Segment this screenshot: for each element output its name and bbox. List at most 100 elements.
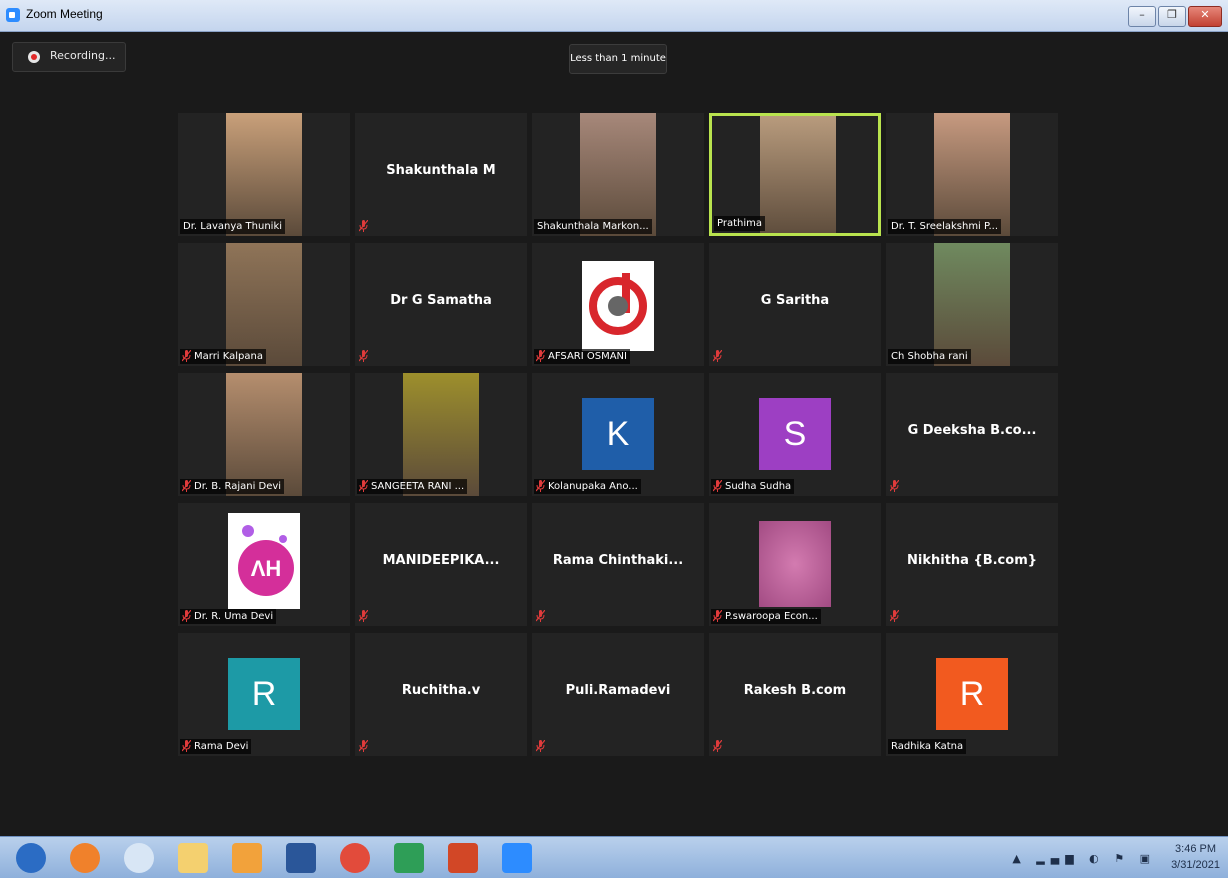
participant-name: AFSARI OSMANI [548,351,627,362]
avatar-letter: K [606,415,630,453]
start-orb-taskbar-icon[interactable] [16,843,46,873]
participant-name-label: Rama Devi [180,739,252,754]
record-icon [28,51,40,63]
participant-video [226,373,302,496]
participant-tile[interactable]: Rakesh B.com [709,633,881,756]
ah-logo-avatar: ΛH [228,513,300,609]
participant-avatar: K [582,398,654,470]
participant-display-name: Rakesh B.com [743,683,847,698]
svg-text:ΛH: ΛH [251,556,282,581]
participant-name-label: SANGEETA RANI ... [357,479,468,494]
muted-mic-icon [890,610,899,622]
participant-video [403,373,479,496]
participant-name-label: Radhika Katna [888,739,967,754]
participant-tile[interactable]: Puli.Ramadevi [532,633,704,756]
participant-name-label: AFSARI OSMANI [534,349,630,364]
zoom-taskbar-icon[interactable] [502,843,532,873]
participant-display-name: MANIDEEPIKA... [382,553,500,568]
muted-mic-icon [182,480,191,492]
participant-name: Prathima [717,218,762,229]
muted-mic-icon [359,480,368,492]
participant-tile[interactable]: MANIDEEPIKA... [355,503,527,626]
participant-video [226,113,302,236]
participant-display-name: Shakunthala M [386,163,496,178]
participant-name-label: Prathima [714,216,765,231]
participant-tile[interactable]: Nikhitha {B.com} [886,503,1058,626]
participant-tile[interactable]: Dr. Lavanya Thuniki [178,113,350,236]
participant-tile[interactable]: Rama Chinthaki... [532,503,704,626]
participant-tile[interactable]: Dr. T. Sreelakshmi P... [886,113,1058,236]
participant-tile[interactable]: Shakunthala Markon... [532,113,704,236]
participant-display-name: Dr G Samatha [390,293,492,308]
recording-label: Recording... [50,49,116,62]
participant-avatar: S [759,398,831,470]
participant-name-label: Kolanupaka Ano... [534,479,641,494]
participant-display-name: G Saritha [760,293,830,308]
muted-mic-icon [713,350,722,362]
participant-name-label: Shakunthala Markon... [534,219,652,234]
participant-tile[interactable]: SANGEETA RANI ... [355,373,527,496]
participant-name-label: Dr. B. Rajani Devi [180,479,285,494]
participant-name: Radhika Katna [891,741,964,752]
participant-tile[interactable]: R Rama Devi [178,633,350,756]
participant-tile[interactable]: K Kolanupaka Ano... [532,373,704,496]
powerpoint-taskbar-icon[interactable] [448,843,478,873]
word-taskbar-icon[interactable] [286,843,316,873]
participant-tile[interactable]: ΛH Dr. R. Uma Devi [178,503,350,626]
participant-avatar: R [936,658,1008,730]
participant-name: Dr. R. Uma Devi [194,611,274,622]
avatar-letter: S [783,415,807,453]
firefox-taskbar-icon[interactable] [70,843,100,873]
participant-tile[interactable]: G Deeksha B.co... [886,373,1058,496]
participant-name-label: Dr. Lavanya Thuniki [180,219,286,234]
participant-name-label: Dr. R. Uma Devi [180,609,277,624]
muted-mic-icon [536,610,545,622]
minimize-icon: – [1139,8,1145,21]
participant-tile[interactable]: AFSARI OSMANI [532,243,704,366]
close-button[interactable]: ✕ [1188,6,1222,27]
participant-name: Dr. T. Sreelakshmi P... [891,221,999,232]
participant-display-name: Rama Chinthaki... [552,553,684,568]
window-title: Zoom Meeting [26,7,103,21]
muted-mic-icon [359,350,368,362]
participant-name: P.swaroopa Econ... [725,611,818,622]
clock-date: 3/31/2021 [1171,859,1220,871]
participant-display-name: G Deeksha B.co... [907,423,1037,438]
muted-mic-icon [182,740,191,752]
avatar-letter: R [251,675,277,713]
participant-video [580,113,656,236]
participant-video [226,243,302,366]
participant-tile[interactable]: R Radhika Katna [886,633,1058,756]
chrome-taskbar-icon[interactable] [340,843,370,873]
muted-mic-icon [713,740,722,752]
participant-tile[interactable]: Marri Kalpana [178,243,350,366]
participant-video [759,521,831,607]
participant-tile[interactable]: Prathima [709,113,881,236]
participant-tile[interactable]: G Saritha [709,243,881,366]
taskbar-clock[interactable]: 3:46 PM 3/31/2021 [1171,841,1220,873]
zoom-app-icon [6,8,20,22]
sheets-taskbar-icon[interactable] [394,843,424,873]
participant-tile[interactable]: Shakunthala M [355,113,527,236]
muted-mic-icon [536,350,545,362]
participant-name-label: P.swaroopa Econ... [711,609,821,624]
participant-display-name: Ruchitha.v [401,683,481,698]
participant-tile[interactable]: Ruchitha.v [355,633,527,756]
participant-tile[interactable]: Ch Shobha rani [886,243,1058,366]
window-title-bar: Zoom Meeting – ❐ ✕ [0,0,1228,32]
participant-name-label: Marri Kalpana [180,349,266,364]
minimize-button[interactable]: – [1128,6,1156,27]
participant-name: Dr. B. Rajani Devi [194,481,282,492]
participant-tile[interactable]: Dr. B. Rajani Devi [178,373,350,496]
file-manager-taskbar-icon[interactable] [178,843,208,873]
participant-name: Dr. Lavanya Thuniki [183,221,283,232]
participant-tile[interactable]: S Sudha Sudha [709,373,881,496]
chrome-canary-taskbar-icon[interactable] [124,843,154,873]
system-tray[interactable]: ▲ ▂▄▆ ◐ ⚑ ▣ [1012,852,1156,865]
recording-indicator[interactable]: Recording... [12,42,126,72]
media-player-taskbar-icon[interactable] [232,843,262,873]
participant-tile[interactable]: P.swaroopa Econ... [709,503,881,626]
participant-name: Sudha Sudha [725,481,792,492]
participant-tile[interactable]: Dr G Samatha [355,243,527,366]
maximize-button[interactable]: ❐ [1158,6,1186,27]
